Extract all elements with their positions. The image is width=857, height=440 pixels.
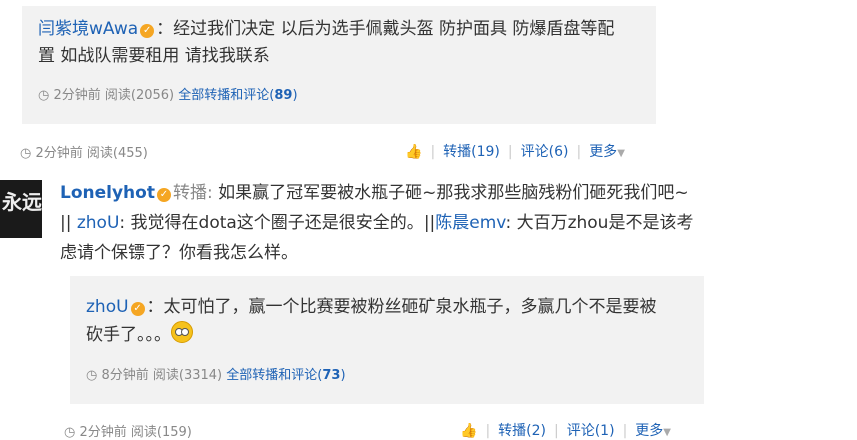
avatar-text: 永远	[2, 190, 42, 214]
verified-badge-icon: ✓	[130, 302, 145, 316]
read-count: 阅读(3314)	[152, 368, 223, 383]
clock-icon: ◷	[38, 88, 50, 103]
post-time[interactable]: 2分钟前	[53, 88, 100, 103]
verified-badge-icon: ✓	[140, 24, 155, 38]
more-button[interactable]: 更多	[635, 423, 663, 439]
post-1-meta: ◷ 2分钟前 阅读(455)	[20, 142, 148, 161]
author-link[interactable]: Lonelyhot	[60, 183, 155, 203]
post-2-actions: 👍 | 转播(2) | 评论(1) | 更多▼	[460, 423, 671, 439]
quoted-post-1-text: 闫紫境wAwa ✓ ：经过我们决定 以后为选手佩戴头盔 防护面具 防爆盾盘等配 置 …	[38, 16, 614, 70]
quoted-text-line1: ：太可怕了，赢一个比赛要被粉丝砸矿泉水瓶子，多赢几个不是要被	[146, 297, 657, 317]
quoted-post-1-meta: ◷ 2分钟前 阅读(2056) 全部转播和评论(89)	[38, 84, 298, 103]
post-2-text-line2: : 我觉得在dota这个圈子还是很安全的。	[119, 213, 424, 233]
all-reposts-count: 73	[322, 368, 341, 383]
post-time[interactable]: 2分钟前	[35, 146, 82, 161]
all-reposts-label: 全部转播和评论(	[178, 88, 275, 103]
surprised-emoji-icon	[171, 321, 193, 343]
thumbs-up-icon[interactable]: 👍	[405, 144, 422, 160]
user-link-zhou[interactable]: zhoU	[77, 213, 120, 233]
quoted-post-1: 闫紫境wAwa ✓ ：经过我们决定 以后为选手佩戴头盔 防护面具 防爆盾盘等配 置 …	[22, 6, 656, 124]
repost-button[interactable]: 转播(2)	[498, 423, 546, 439]
post-1-actions: 👍 | 转播(19) | 评论(6) | 更多▼	[405, 144, 625, 160]
repost-label: 转播:	[172, 183, 213, 203]
chevron-down-icon[interactable]: ▼	[663, 427, 671, 438]
comment-button[interactable]: 评论(6)	[521, 144, 569, 160]
quoted-post-2: zhoU ✓ ：太可怕了，赢一个比赛要被粉丝砸矿泉水瓶子，多赢几个不是要被 砍手了。…	[70, 276, 704, 404]
more-button[interactable]: 更多	[589, 144, 617, 160]
comment-button[interactable]: 评论(1)	[567, 423, 615, 439]
user-link-chenchen[interactable]: 陈晨emv	[435, 213, 505, 233]
all-reposts-count: 89	[274, 88, 293, 103]
separator: ||	[423, 213, 436, 233]
clock-icon: ◷	[86, 368, 98, 383]
chevron-down-icon[interactable]: ▼	[617, 148, 625, 159]
quoted-text-line2: 砍手了。。。	[86, 325, 171, 345]
post-2-text-line1: 如果赢了冠军要被水瓶子砸~那我求那些脑残粉们砸死我们吧~	[212, 183, 689, 203]
repost-button[interactable]: 转播(19)	[443, 144, 500, 160]
quoted-user-link[interactable]: zhoU	[86, 297, 129, 317]
quoted-user-link[interactable]: 闫紫境wAwa	[38, 19, 138, 39]
post-2-text-line2b: : 大百万zhou是不是该考	[505, 213, 694, 233]
all-reposts-close: )	[292, 88, 298, 103]
separator: ||	[60, 213, 77, 233]
read-count: 阅读(2056)	[104, 88, 175, 103]
quoted-post-2-meta: ◷ 8分钟前 阅读(3314) 全部转播和评论(73)	[86, 364, 346, 383]
all-reposts-link[interactable]: 全部转播和评论(73)	[226, 368, 345, 383]
all-reposts-close: )	[340, 368, 346, 383]
post-2-text: Lonelyhot ✓ 转播: 如果赢了冠军要被水瓶子砸~那我求那些脑残粉们砸死我们…	[60, 178, 710, 268]
post-2-meta: ◷ 2分钟前 阅读(159)	[64, 421, 192, 440]
all-reposts-label: 全部转播和评论(	[226, 368, 323, 383]
post-2-text-line3: 虑请个保镖了？你看我怎么样。	[60, 243, 298, 263]
verified-badge-icon: ✓	[156, 188, 171, 202]
quoted-post-2-text: zhoU ✓ ：太可怕了，赢一个比赛要被粉丝砸矿泉水瓶子，多赢几个不是要被 砍手了。…	[86, 294, 657, 349]
post-time[interactable]: 8分钟前	[101, 368, 148, 383]
read-count: 阅读(455)	[86, 146, 148, 161]
clock-icon: ◷	[20, 146, 32, 161]
all-reposts-link[interactable]: 全部转播和评论(89)	[178, 88, 297, 103]
thumbs-up-icon[interactable]: 👍	[460, 423, 477, 439]
quoted-text-line1: ：经过我们决定 以后为选手佩戴头盔 防护面具 防爆盾盘等配	[156, 19, 615, 39]
quoted-text-line2: 置 如战队需要租用 请找我联系	[38, 46, 270, 66]
avatar[interactable]: 永远	[0, 180, 42, 238]
